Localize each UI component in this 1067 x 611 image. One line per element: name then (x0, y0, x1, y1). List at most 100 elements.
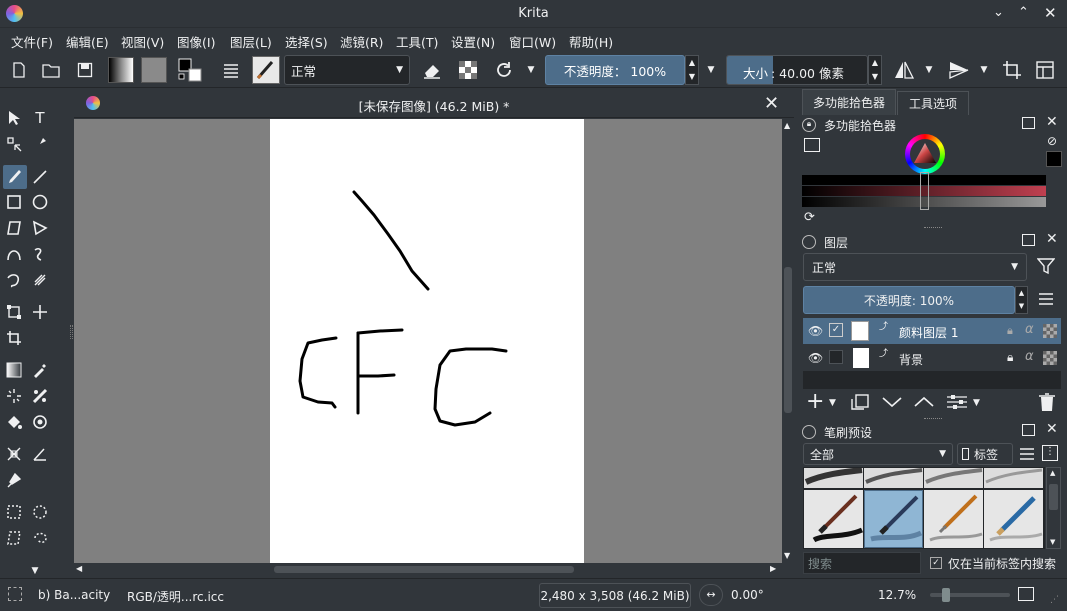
gradient-preset-icon[interactable] (108, 57, 134, 83)
mirror-horizontal-icon[interactable] (891, 57, 917, 83)
new-document-icon[interactable] (6, 57, 32, 83)
menu-help[interactable]: 帮助(H) (569, 32, 613, 51)
lock-icon[interactable]: 🔒︎ (1007, 350, 1013, 365)
brush-scroll-thumb[interactable] (1049, 484, 1058, 510)
layer-checkbox[interactable] (829, 350, 843, 364)
open-document-icon[interactable] (38, 57, 64, 83)
brush-preset-thumb[interactable] (984, 490, 1043, 548)
layer-opacity-slider[interactable]: 不透明度: 100% (803, 286, 1015, 314)
smart-patch-icon[interactable] (3, 385, 25, 407)
dynamic-brush-icon[interactable] (3, 269, 25, 291)
horizontal-scroll-thumb[interactable] (274, 566, 574, 573)
ellipse-select-icon[interactable] (29, 501, 51, 523)
brush-preset-thumb[interactable] (924, 468, 983, 488)
wrap-around-icon[interactable] (1032, 57, 1058, 83)
freehand-brush-icon[interactable] (3, 165, 27, 189)
rect-select-icon[interactable] (3, 501, 25, 523)
menu-select[interactable]: 选择(S) (285, 32, 328, 51)
visibility-eye-icon[interactable]: 👁︎ (808, 351, 823, 365)
pattern-preset-icon[interactable] (141, 57, 167, 83)
brush-preset-thumb[interactable] (804, 490, 864, 548)
chevron-down-icon[interactable]: ▼ (922, 57, 936, 83)
menu-view[interactable]: 视图(V) (121, 32, 164, 51)
move-layer-up-icon[interactable] (913, 393, 935, 414)
tag-button[interactable]: 标签 (957, 443, 1013, 465)
polygon-tool-icon[interactable] (3, 217, 25, 239)
color-picker-icon[interactable] (29, 359, 51, 381)
enclose-fill-icon[interactable] (29, 411, 51, 433)
menu-settings[interactable]: 设置(N) (451, 32, 495, 51)
tab-color-selector[interactable]: 多功能拾色器 (802, 89, 896, 115)
scroll-left-icon[interactable]: ◀ (76, 564, 82, 573)
chevron-down-icon[interactable]: ▼ (977, 57, 991, 83)
opacity-stepper[interactable]: ▲ ▼ (685, 55, 699, 85)
no-color-icon[interactable]: ⊘ (1047, 134, 1061, 148)
layer-filter-icon[interactable] (1036, 257, 1056, 279)
scroll-right-icon[interactable]: ▶ (770, 564, 776, 573)
ellipse-tool-icon[interactable] (29, 191, 51, 213)
brush-grid-scrollbar[interactable]: ▲ ▼ (1046, 467, 1061, 549)
brush-size-slider[interactable]: 大小 : 40.00 像素 (726, 55, 868, 85)
assistant-tool-icon[interactable] (29, 385, 51, 407)
fg-bg-color-icon[interactable] (176, 57, 202, 83)
alpha-inherit-icon[interactable]: α (1025, 349, 1034, 364)
minimize-icon[interactable]: ⌄ (993, 5, 1009, 21)
resize-grip-icon[interactable]: ⋰ (1050, 595, 1059, 605)
measure-tool-icon[interactable] (29, 443, 51, 465)
layer-name[interactable]: 背景 (899, 351, 923, 368)
text-tool-icon[interactable]: T (29, 107, 51, 129)
color-settings-icon[interactable] (804, 138, 820, 152)
maximize-icon[interactable]: ⌃ (1018, 5, 1034, 21)
menu-layer[interactable]: 图层(L) (230, 32, 272, 51)
opacity-slider[interactable]: 不透明度： 100% (545, 55, 685, 85)
vertical-scrollbar[interactable]: ▲ ▼ (782, 119, 794, 563)
layer-name[interactable]: 颜料图层 1 (899, 324, 958, 341)
crop-tool-icon[interactable] (3, 327, 25, 349)
eraser-icon[interactable] (419, 57, 445, 83)
line-tool-icon[interactable] (29, 166, 51, 188)
edit-shapes-icon[interactable] (3, 133, 25, 155)
save-icon[interactable] (72, 57, 98, 83)
fill-tool-icon[interactable] (3, 411, 25, 433)
layer-checkbox[interactable]: ✓ (829, 323, 843, 337)
freehand-select-icon[interactable] (29, 527, 51, 549)
close-docker-icon[interactable]: ✕ (1046, 231, 1058, 247)
scroll-down-icon[interactable]: ▼ (1050, 538, 1055, 546)
chevron-down-icon[interactable]: ▼ (704, 57, 718, 83)
zoom-slider-handle[interactable] (942, 588, 950, 602)
rectangle-tool-icon[interactable] (3, 191, 25, 213)
alpha-lock-icon[interactable] (1043, 324, 1057, 338)
image-dimensions[interactable]: 2,480 x 3,508 (46.2 MiB) (539, 583, 691, 608)
menu-tools[interactable]: 工具(T) (396, 32, 438, 51)
chevron-down-icon[interactable]: ▼ (829, 398, 836, 408)
tab-tool-options[interactable]: 工具选项 (897, 91, 969, 115)
docker-splitter[interactable] (924, 418, 942, 420)
chevron-down-icon[interactable]: ▼ (973, 398, 980, 408)
float-docker-icon[interactable] (1022, 424, 1035, 436)
chevron-down-icon[interactable]: ▼ (524, 57, 538, 83)
brush-list-view-icon[interactable] (1019, 447, 1035, 464)
workspace-chooser-icon[interactable] (218, 57, 244, 83)
add-layer-icon[interactable]: + (806, 391, 824, 413)
brush-preset-icon[interactable] (252, 56, 280, 84)
crop-icon[interactable] (999, 57, 1025, 83)
color-wheel[interactable] (905, 134, 945, 174)
float-docker-icon[interactable] (1022, 234, 1035, 246)
brush-search-input[interactable]: 搜索 (803, 552, 921, 574)
polygon-select-icon[interactable] (3, 527, 25, 549)
alpha-lock-icon[interactable] (455, 57, 481, 83)
move-layer-down-icon[interactable] (881, 393, 903, 414)
menu-edit[interactable]: 编辑(E) (66, 32, 109, 51)
horizontal-scrollbar[interactable]: ◀ ▶ (74, 563, 782, 576)
menu-filter[interactable]: 滤镜(R) (340, 32, 383, 51)
brush-preset-thumb[interactable] (984, 468, 1043, 488)
rotation-icon[interactable]: ↔ (699, 584, 723, 606)
multibrush-icon[interactable] (29, 269, 51, 291)
canvas-paper[interactable] (270, 119, 584, 563)
layer-row-background[interactable]: 👁︎ ⤴ 背景 🔒︎ α (803, 345, 1061, 371)
reference-image-icon[interactable] (3, 469, 25, 491)
scroll-up-icon[interactable]: ▲ (784, 121, 790, 130)
menu-image[interactable]: 图像(I) (177, 32, 215, 51)
lock-docker-icon[interactable] (802, 235, 816, 249)
vertical-scroll-thumb[interactable] (784, 267, 792, 413)
